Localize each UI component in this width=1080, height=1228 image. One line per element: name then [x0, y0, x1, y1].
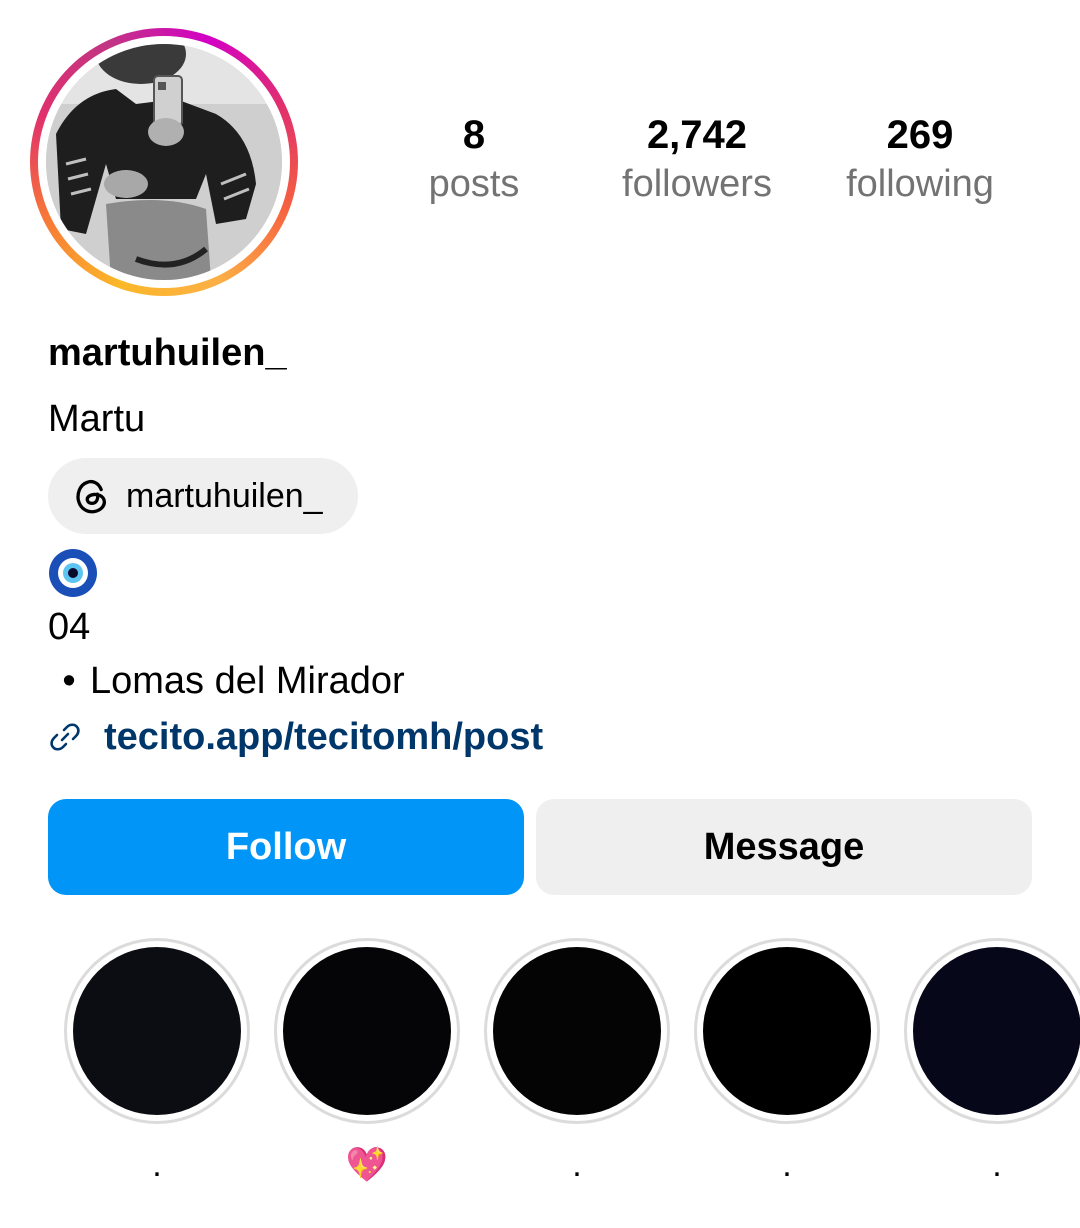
link-url[interactable]: tecito.app/tecitomh/post [104, 714, 543, 760]
highlight-item[interactable]: 💖 [274, 938, 460, 1184]
highlight-caption: . [782, 1146, 792, 1184]
following-number: 269 [886, 113, 954, 157]
highlight-cover [913, 947, 1080, 1115]
location-text: Lomas del Mirador [90, 660, 405, 702]
highlight-item[interactable]: . [904, 938, 1080, 1184]
highlight-ring [484, 938, 670, 1124]
highlight-cover [703, 947, 871, 1115]
bio-link[interactable]: tecito.app/tecitomh/post [48, 712, 543, 762]
highlight-ring [904, 938, 1080, 1124]
posts-number: 8 [462, 113, 486, 157]
highlight-cover [493, 947, 661, 1115]
username: martuhuilen_ [48, 332, 287, 374]
posts-count[interactable]: 8 posts [404, 110, 544, 208]
message-button[interactable]: Message [536, 799, 1032, 895]
bio-line: 04 [48, 606, 91, 648]
highlight-ring [274, 938, 460, 1124]
highlight-item[interactable]: . [694, 938, 880, 1184]
highlight-caption: 💖 [345, 1146, 389, 1184]
highlight-caption: . [992, 1146, 1002, 1184]
avatar[interactable] [46, 44, 282, 280]
bio-location: • Lomas del Mirador [48, 658, 405, 704]
followers-number: 2,742 [646, 113, 748, 157]
highlight-cover [73, 947, 241, 1115]
profile-photo [46, 44, 282, 280]
highlight-caption: . [152, 1146, 162, 1184]
bullet: • [62, 660, 76, 702]
following-label: following [846, 163, 994, 205]
full-name: Martu [48, 398, 146, 440]
story-ring[interactable] [30, 28, 298, 296]
follow-button[interactable]: Follow [48, 799, 524, 895]
highlight-ring [694, 938, 880, 1124]
highlight-ring [64, 938, 250, 1124]
link-icon [50, 723, 80, 751]
profile-page: 8 posts 2,742 followers 269 following ma… [0, 0, 1080, 1228]
highlight-item[interactable]: . [64, 938, 250, 1184]
threads-icon [76, 479, 106, 514]
highlight-caption: . [572, 1146, 582, 1184]
threads-badge[interactable]: martuhuilen_ [48, 458, 358, 534]
evil-eye-emoji [49, 549, 97, 597]
following-count[interactable]: 269 following [822, 110, 1018, 208]
highlight-cover [283, 947, 451, 1115]
highlight-item[interactable]: . [484, 938, 670, 1184]
threads-handle: martuhuilen_ [126, 477, 323, 515]
posts-label: posts [428, 163, 520, 205]
followers-label: followers [622, 163, 772, 205]
followers-count[interactable]: 2,742 followers [597, 110, 797, 208]
